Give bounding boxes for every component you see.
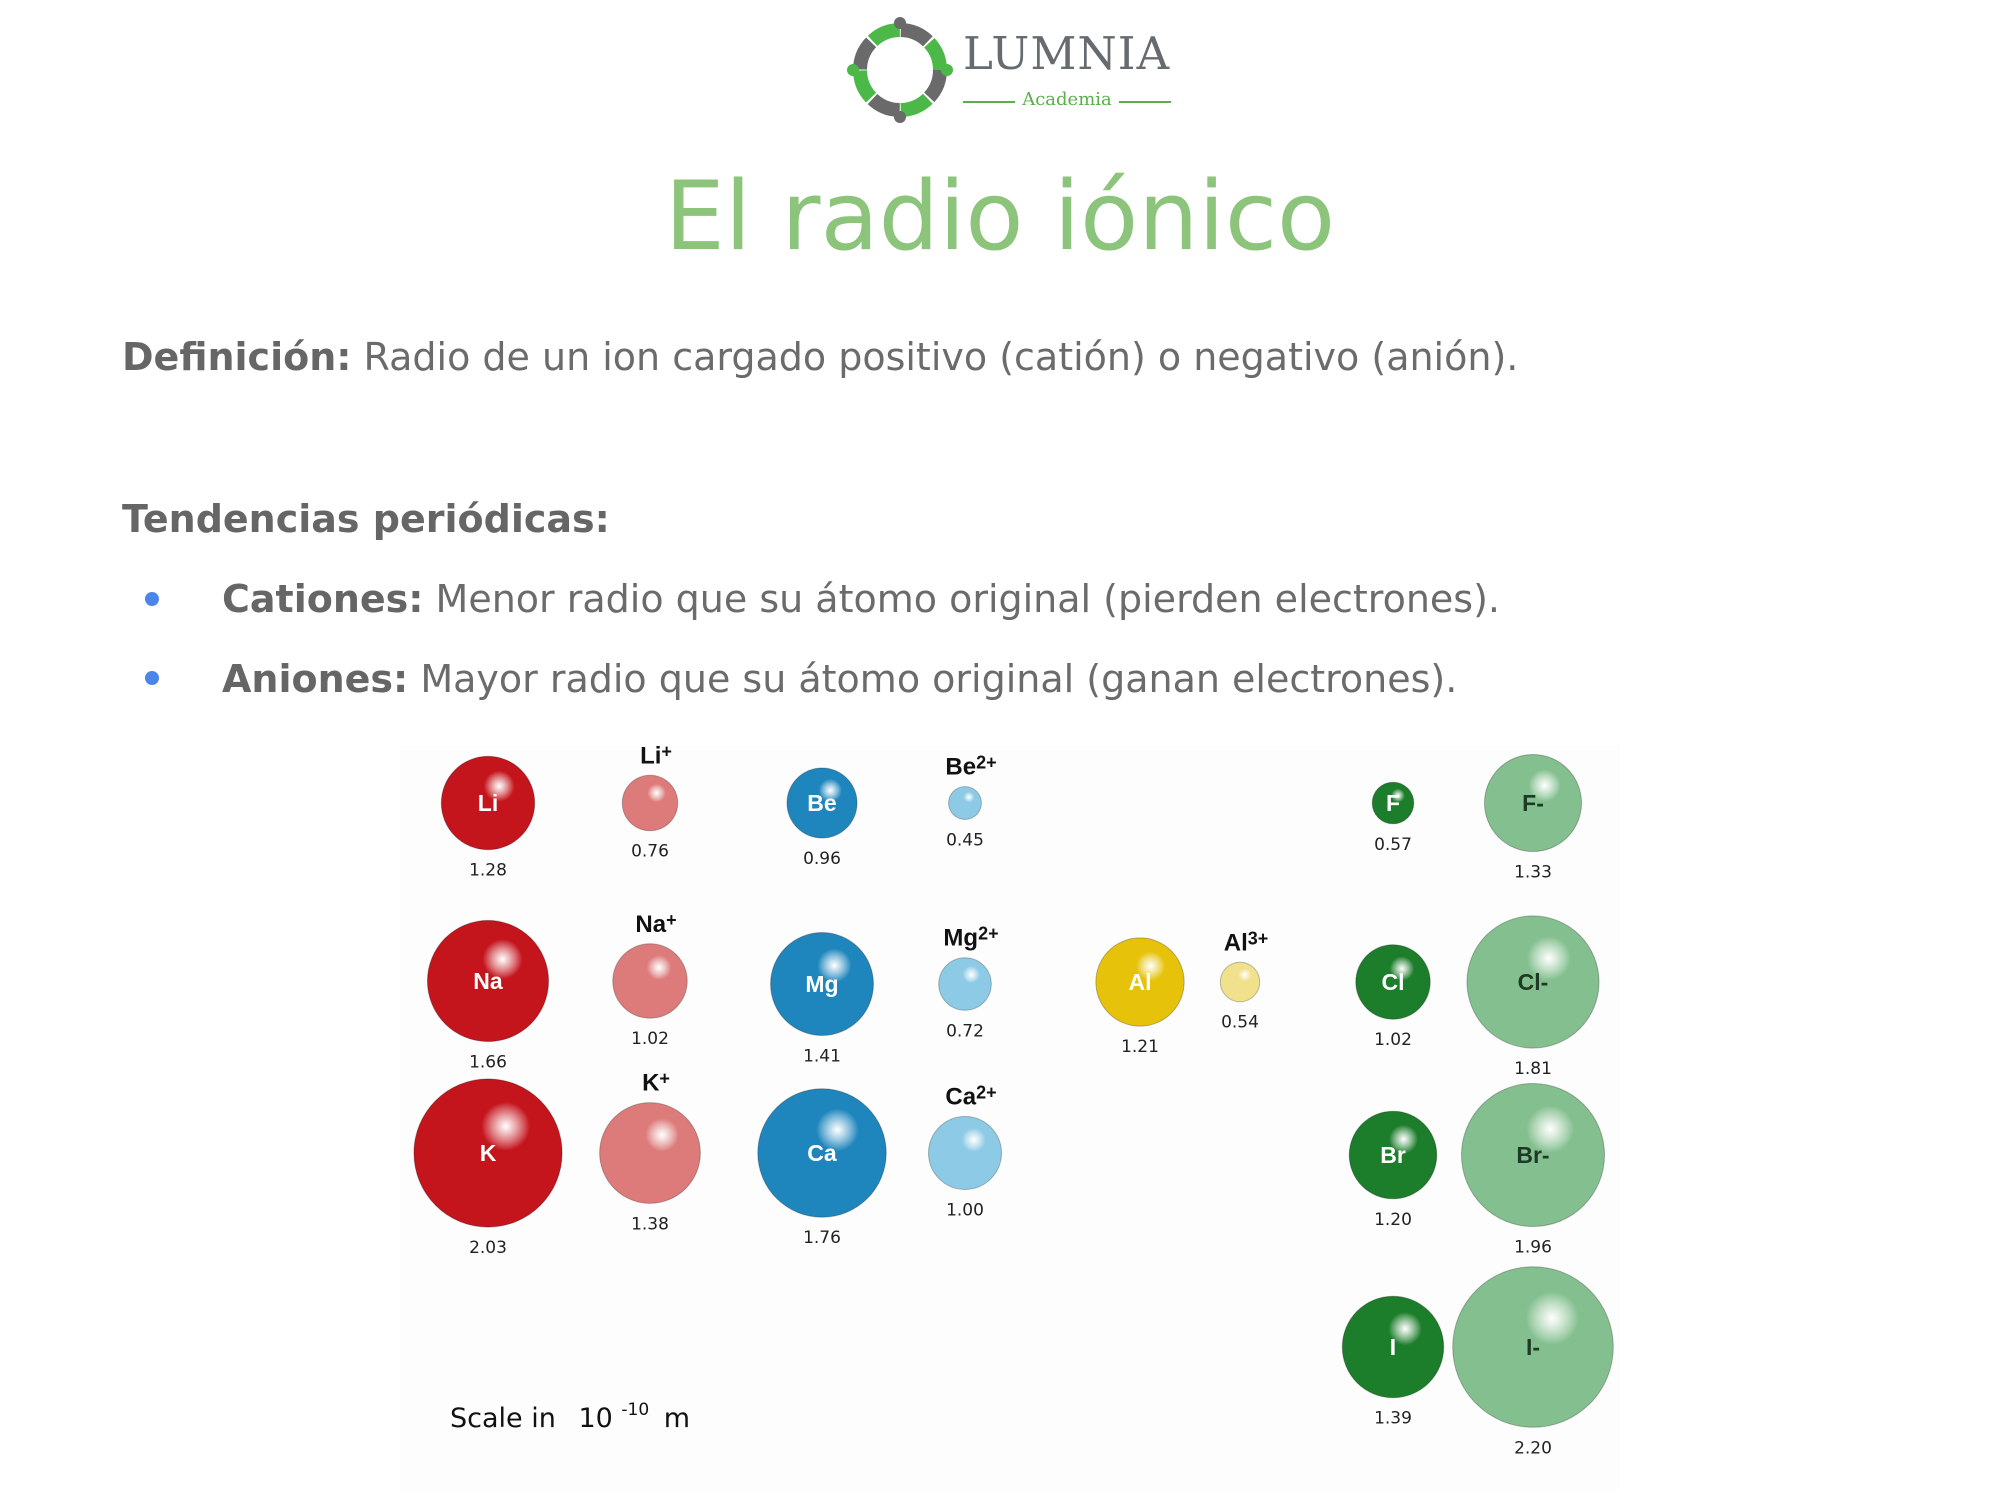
sphere-mg2-plus [938, 957, 992, 1011]
logo-subtitle-text: Academia [1022, 89, 1112, 110]
trend-item-text: Mayor radio que su átomo original (ganan… [408, 657, 1458, 701]
radius-value: 1.20 [1374, 1210, 1412, 1230]
species-label: I- [1526, 1334, 1540, 1360]
radius-value: 1.81 [1514, 1059, 1552, 1079]
trends-heading: Tendencias periódicas: [122, 497, 610, 541]
radius-value: 2.03 [469, 1238, 507, 1258]
radius-value: 1.38 [631, 1214, 669, 1234]
definition-text: Radio de un ion cargado positivo (catión… [351, 335, 1519, 379]
species-label: K [480, 1140, 497, 1166]
species-label: Mg [805, 971, 838, 997]
radius-value: 1.39 [1374, 1409, 1412, 1429]
trend-item-cationes: Cationes: Menor radio que su átomo origi… [222, 577, 1500, 621]
species-label: Be2+ [945, 753, 996, 781]
species-label: Cl- [1518, 969, 1549, 995]
sphere-be2-plus [948, 786, 982, 820]
bullet-icon [145, 592, 159, 606]
logo-name: LUMNIA [963, 27, 1171, 80]
radius-value: 0.54 [1221, 1013, 1259, 1033]
bullet-icon [145, 671, 159, 685]
species-label: F- [1522, 790, 1544, 816]
trend-item-label: Cationes: [222, 577, 424, 621]
species-label: Al [1129, 969, 1152, 995]
species-label: Ca [807, 1140, 837, 1166]
logo: LUMNIA Academia [845, 15, 1175, 130]
radius-value: 0.76 [631, 842, 669, 862]
species-label: Ca2+ [945, 1083, 996, 1111]
species-label: Li+ [640, 745, 672, 769]
trend-item-text: Menor radio que su átomo original (pierd… [423, 577, 1500, 621]
species-label: Br- [1516, 1142, 1549, 1168]
logo-subtitle: Academia [963, 87, 1171, 117]
species-label: K+ [642, 1069, 670, 1097]
species-label: Be [807, 790, 836, 816]
logo-emblem-icon [847, 17, 953, 123]
radius-value: 0.96 [803, 849, 841, 869]
radius-value: 0.45 [946, 830, 984, 850]
sphere-li-plus [621, 774, 679, 832]
radius-value: 1.96 [1514, 1238, 1552, 1258]
sphere-k-plus [599, 1102, 701, 1204]
radius-value: 0.72 [946, 1021, 984, 1041]
definition: Definición: Radio de un ion cargado posi… [122, 335, 1518, 379]
radius-value: 1.02 [1374, 1030, 1412, 1050]
radius-value: 1.00 [946, 1201, 984, 1221]
radius-value: 1.33 [1514, 863, 1552, 883]
species-label: F [1386, 790, 1400, 816]
ionic-radius-figure: Li 1.28 Li+ 0.76 Na 1.66 Na+ 1.02 K 2.03 K+ 1.38 Be 0… [400, 745, 1620, 1490]
species-label: Na [473, 968, 503, 994]
radius-value: 1.02 [631, 1029, 669, 1049]
radius-value: 2.20 [1514, 1438, 1552, 1458]
slide-title: El radio iónico [664, 162, 1336, 272]
species-label: Al3+ [1224, 928, 1269, 956]
radius-value: 1.66 [469, 1053, 507, 1073]
species-label: I [1390, 1334, 1396, 1360]
species-label: Na+ [635, 910, 676, 938]
radius-value: 0.57 [1374, 835, 1412, 855]
scale-label: Scale in 10 -10 m [450, 1391, 690, 1434]
sphere-na-plus [612, 943, 688, 1019]
species-label: Br [1380, 1142, 1406, 1168]
radius-value: 1.21 [1121, 1037, 1159, 1057]
trend-item-aniones: Aniones: Mayor radio que su átomo origin… [222, 657, 1457, 701]
definition-label: Definición: [122, 335, 352, 379]
radius-value: 1.41 [803, 1046, 841, 1066]
sphere-al3-plus [1219, 961, 1261, 1003]
sphere-ca2-plus [928, 1116, 1002, 1190]
species-label: Li [478, 790, 498, 816]
radius-value: 1.76 [803, 1228, 841, 1248]
species-label: Mg2+ [943, 924, 998, 952]
radius-value: 1.28 [469, 861, 507, 881]
trends-heading-text: Tendencias periódicas: [122, 497, 610, 541]
trend-item-label: Aniones: [222, 657, 409, 701]
species-label: Cl [1382, 969, 1405, 995]
ionic-radius-diagram: Li 1.28 Li+ 0.76 Na 1.66 Na+ 1.02 K 2.03 K+ 1.38 Be 0… [413, 745, 1614, 1458]
